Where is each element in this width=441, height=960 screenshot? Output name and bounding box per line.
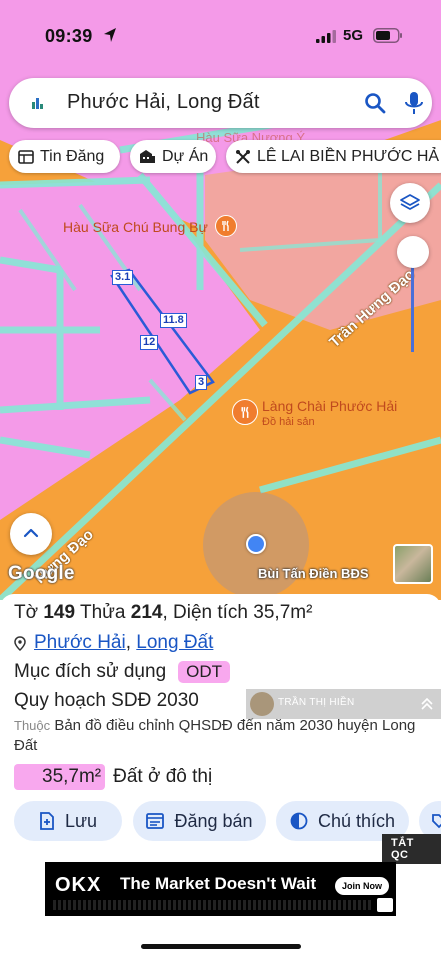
search-bar[interactable]: Phước Hải, Long Đất bbox=[9, 78, 432, 128]
microphone-icon[interactable] bbox=[403, 90, 425, 116]
chip-label: Dự Án bbox=[162, 147, 209, 165]
parcel-info-sheet[interactable]: Tờ 149 Thửa 214, Diện tích 35,7m² Phước … bbox=[0, 594, 441, 960]
listing-icon bbox=[146, 813, 165, 829]
plan-title: Quy hoạch SDĐ 2030 bbox=[14, 690, 199, 711]
user-name: TRẦN THỊ HIỀN bbox=[278, 697, 355, 708]
app-logo-icon bbox=[32, 98, 43, 109]
save-label: Lưu bbox=[64, 810, 98, 831]
dimension-label: 3.1 bbox=[112, 270, 134, 285]
newspaper-icon bbox=[18, 149, 34, 164]
land-type-label: Đất ở đô thị bbox=[113, 766, 213, 787]
search-input[interactable]: Phước Hải, Long Đất bbox=[67, 91, 260, 114]
post-sale-label: Đăng bán bbox=[174, 810, 253, 831]
battery-icon bbox=[373, 28, 402, 43]
ad-cta-button[interactable]: Join Now bbox=[335, 877, 389, 895]
poi-label[interactable]: Làng Chài Phước Hải bbox=[262, 398, 397, 414]
restaurant-icon[interactable] bbox=[232, 399, 258, 425]
save-button[interactable]: Lưu bbox=[14, 801, 122, 841]
restaurant-icon[interactable] bbox=[215, 215, 237, 237]
district-link[interactable]: Long Đất bbox=[136, 632, 213, 654]
home-indicator[interactable] bbox=[141, 944, 301, 949]
tools-icon bbox=[236, 149, 250, 164]
opacity-slider-handle[interactable] bbox=[397, 236, 429, 268]
layers-icon bbox=[400, 194, 420, 210]
ward-link[interactable]: Phước Hải bbox=[34, 632, 126, 654]
purpose-label: Mục đích sử dụng bbox=[14, 661, 167, 682]
location-arrow-icon bbox=[104, 28, 116, 42]
ad-fine-print bbox=[53, 900, 373, 910]
dimension-label: 12 bbox=[140, 335, 159, 350]
map-view[interactable]: 3.1 11.8 12 3 Hàu Sữa Nương Ý Hàu Sữa Ch… bbox=[0, 0, 441, 600]
google-attribution: Google bbox=[8, 563, 75, 584]
purpose-code-badge: ODT bbox=[178, 661, 231, 683]
area-badge: 35,7m² bbox=[14, 764, 106, 790]
owner-name[interactable]: Bùi Tấn Điền BĐS bbox=[258, 566, 369, 581]
land-area-row: 35,7m² Đất ở đô thị bbox=[14, 764, 212, 790]
dimension-label: 3 bbox=[195, 375, 208, 390]
status-bar: 09:39 5G bbox=[0, 0, 441, 66]
poi-subtitle: Đồ hải sản bbox=[262, 416, 315, 428]
advertisement-banner[interactable]: OKX The Market Doesn't Wait Join Now bbox=[45, 862, 396, 916]
network-type: 5G bbox=[343, 27, 364, 44]
ad-tagline: The Market Doesn't Wait bbox=[120, 874, 317, 893]
layers-button[interactable] bbox=[390, 183, 430, 223]
expand-sheet-button[interactable] bbox=[10, 513, 52, 555]
floating-user-card[interactable]: TRẦN THỊ HIỀN bbox=[246, 689, 441, 719]
parcel-title: Tờ 149 Thửa 214, Diện tích 35,7m² bbox=[14, 602, 313, 623]
buildings-icon bbox=[140, 150, 155, 163]
bookmark-add-icon bbox=[40, 812, 54, 830]
pin-icon bbox=[14, 635, 26, 651]
avatar bbox=[250, 692, 274, 716]
signal-icon bbox=[316, 30, 336, 43]
adchoices-icon[interactable] bbox=[377, 898, 393, 912]
poi-label[interactable]: Hàu Sữa Chú Bung Bự bbox=[63, 219, 208, 235]
close-ads-button[interactable]: TẮT QC bbox=[382, 834, 441, 864]
tag-icon bbox=[432, 814, 441, 829]
chevron-up-icon bbox=[23, 528, 39, 538]
ad-brand: OKX bbox=[55, 874, 102, 896]
legend-icon bbox=[290, 812, 308, 830]
current-location-dot bbox=[246, 534, 266, 554]
chip-tin-dang[interactable]: Tin Đăng bbox=[9, 140, 120, 173]
chevrons-up-icon bbox=[421, 697, 433, 710]
owner-avatar[interactable] bbox=[393, 544, 433, 584]
search-icon[interactable] bbox=[363, 91, 387, 115]
chip-label: LÊ LAI BIỀN PHƯỚC HẢ bbox=[257, 147, 440, 165]
land-purpose-row: Mục đích sử dụng ODT bbox=[14, 661, 231, 683]
chip-label: Tin Đăng bbox=[40, 147, 105, 165]
parcel-address: Phước Hải, Long Đất bbox=[14, 632, 213, 654]
chip-project[interactable]: LÊ LAI BIỀN PHƯỚC HẢ bbox=[226, 140, 441, 173]
post-sale-button[interactable]: Đăng bán bbox=[133, 801, 266, 841]
status-time: 09:39 bbox=[45, 26, 93, 46]
dimension-label: 11.8 bbox=[160, 313, 187, 328]
plan-note: Thuộc Bản đồ điều chỉnh QHSDĐ đến năm 20… bbox=[14, 717, 416, 754]
legend-label: Chú thích bbox=[317, 810, 396, 831]
chip-du-an[interactable]: Dự Án bbox=[130, 140, 216, 173]
